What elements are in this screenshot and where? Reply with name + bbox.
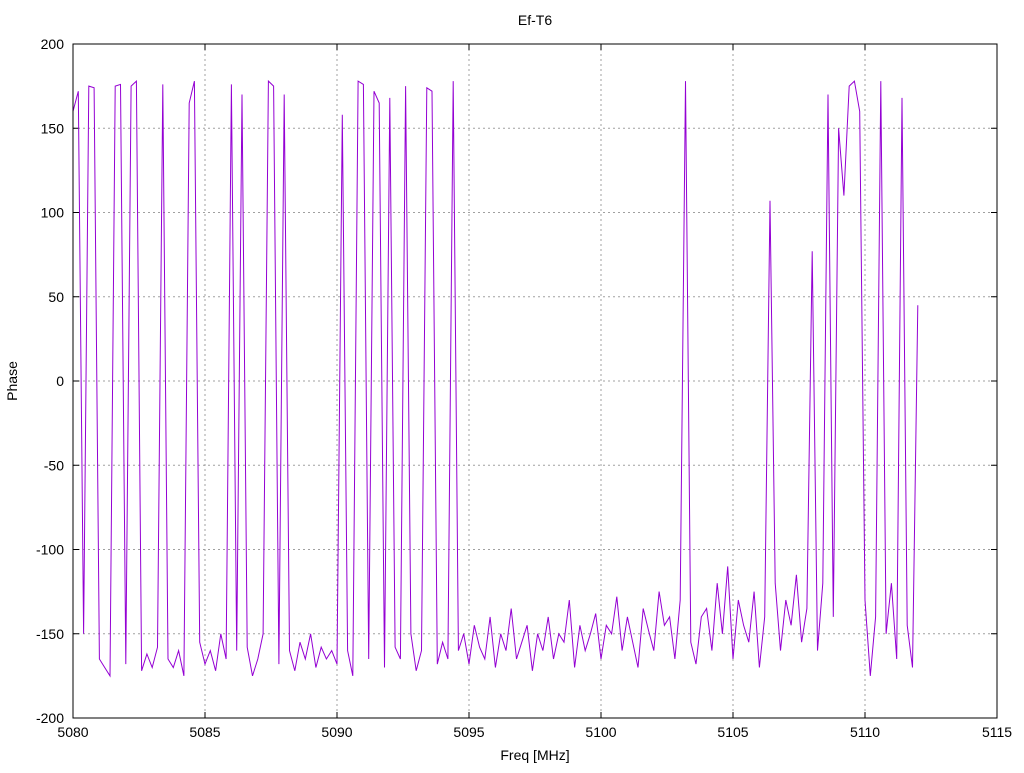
y-tick-label: -150 [36,626,64,642]
y-tick-label: -100 [36,542,64,558]
x-tick-label: 5110 [850,724,880,740]
x-tick-label: 5090 [321,724,352,740]
grid [73,44,997,718]
x-axis-label: Freq [MHz] [500,747,569,763]
x-tick-label: 5115 [982,724,1012,740]
y-tick-label: -50 [44,457,64,473]
y-tick-label: 150 [41,120,65,136]
y-tick-label: 0 [56,373,64,389]
x-tick-label: 5080 [57,724,88,740]
phase-chart: Ef-T6 5080 5085 5090 5095 5100 5105 5110 5115 -2… [4,12,1012,763]
y-tick-label: 50 [48,289,64,305]
y-tick-label: 200 [41,36,65,52]
y-axis-label: Phase [4,361,20,401]
series [72,79,919,678]
x-tick-label: 5100 [585,724,616,740]
x-tick-label: 5095 [453,724,484,740]
x-tick-label: 5085 [189,724,220,740]
chart-title: Ef-T6 [518,12,552,28]
series-line-phase [72,79,919,678]
y-tick-label: 100 [41,205,65,221]
x-tick-label: 5105 [717,724,748,740]
y-tick-label: -200 [36,710,64,726]
